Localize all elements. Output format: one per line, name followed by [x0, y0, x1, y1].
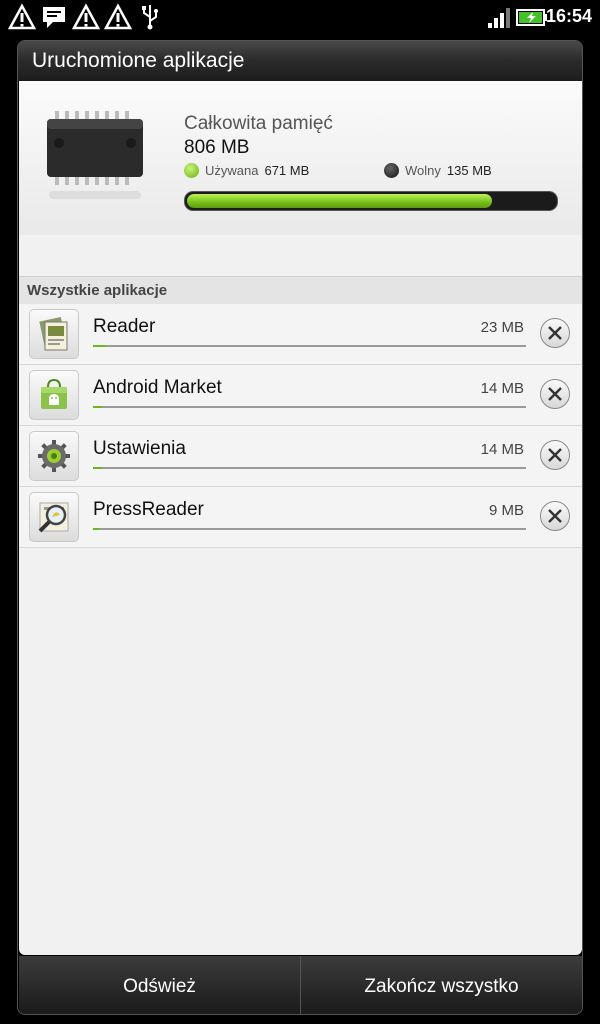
memory-panel: Całkowita pamięć 806 MB Używana 671 MB W…: [19, 81, 582, 235]
close-app-button[interactable]: [540, 501, 570, 531]
used-dot-icon: [184, 163, 199, 178]
warning-icon: [72, 3, 100, 30]
signal-icon: [488, 8, 510, 28]
close-app-button[interactable]: [540, 379, 570, 409]
dialog-title: Uruchomione aplikacje: [32, 49, 245, 72]
app-size: 14 MB: [480, 441, 524, 458]
section-header: Wszystkie aplikacje: [19, 276, 582, 306]
app-size: 9 MB: [488, 502, 524, 519]
app-row-android-market[interactable]: Android Market 14 MB: [19, 365, 582, 426]
app-usage-fill: [93, 528, 100, 530]
memory-usage-bar: [184, 191, 558, 211]
free-dot-icon: [384, 163, 399, 178]
dialog-content: Całkowita pamięć 806 MB Używana 671 MB W…: [19, 81, 582, 955]
app-usage-track: [93, 528, 526, 530]
app-row-ustawienia[interactable]: Ustawienia 14 MB: [19, 426, 582, 487]
app-name: Reader: [93, 316, 156, 337]
used-memory-value: 671 MB: [264, 163, 310, 178]
reader-icon: [29, 309, 79, 359]
status-bar: 16:54: [0, 0, 600, 34]
app-size: 23 MB: [480, 319, 524, 336]
market-icon: [29, 370, 79, 420]
pressreader-icon: [29, 492, 79, 542]
close-icon: [548, 326, 562, 340]
clock: 16:54: [545, 6, 592, 26]
app-usage-track: [93, 467, 526, 469]
battery-charging-icon: [516, 9, 547, 26]
settings-gear-icon: [29, 431, 79, 481]
app-usage-track: [93, 345, 526, 347]
close-app-button[interactable]: [540, 440, 570, 470]
app-row-reader[interactable]: Reader 23 MB: [19, 304, 582, 365]
warning-icon: [8, 3, 36, 30]
app-size: 14 MB: [480, 380, 524, 397]
warning-icon: [104, 3, 132, 30]
memory-chip-icon: [47, 111, 143, 199]
close-icon: [548, 509, 562, 523]
close-icon: [548, 387, 562, 401]
app-list: Reader 23 MB Android Market 14 MB Ustawi…: [19, 304, 582, 548]
app-usage-track: [93, 406, 526, 408]
dialog-title-bar: Uruchomione aplikacje: [18, 41, 582, 81]
used-memory-legend: Używana 671 MB: [184, 163, 309, 178]
free-memory-label: Wolny: [405, 163, 441, 178]
section-header-label: Wszystkie aplikacje: [27, 282, 168, 299]
app-usage-fill: [93, 467, 102, 469]
app-row-pressreader[interactable]: PressReader 9 MB: [19, 487, 582, 548]
dialog-button-bar: Odśwież Zakończ wszystko: [19, 956, 582, 1014]
used-memory-label: Używana: [205, 163, 259, 178]
app-name: Ustawienia: [93, 438, 186, 459]
total-memory-value: 806 MB: [184, 137, 250, 158]
free-memory-value: 135 MB: [446, 163, 492, 178]
close-icon: [548, 448, 562, 462]
end-all-button[interactable]: Zakończ wszystko: [300, 956, 582, 1014]
usb-icon: [142, 5, 158, 30]
free-memory-legend: Wolny 135 MB: [384, 163, 492, 178]
running-apps-dialog: Uruchomione aplikacje Całkowita pamięć 8…: [17, 40, 583, 1015]
memory-usage-fill: [187, 194, 492, 208]
total-memory-label: Całkowita pamięć: [184, 113, 333, 134]
app-usage-fill: [93, 345, 106, 347]
refresh-button[interactable]: Odśwież: [19, 956, 300, 1014]
message-icon: [43, 7, 65, 28]
app-name: Android Market: [93, 377, 222, 398]
app-usage-fill: [93, 406, 102, 408]
app-name: PressReader: [93, 499, 204, 520]
close-app-button[interactable]: [540, 318, 570, 348]
